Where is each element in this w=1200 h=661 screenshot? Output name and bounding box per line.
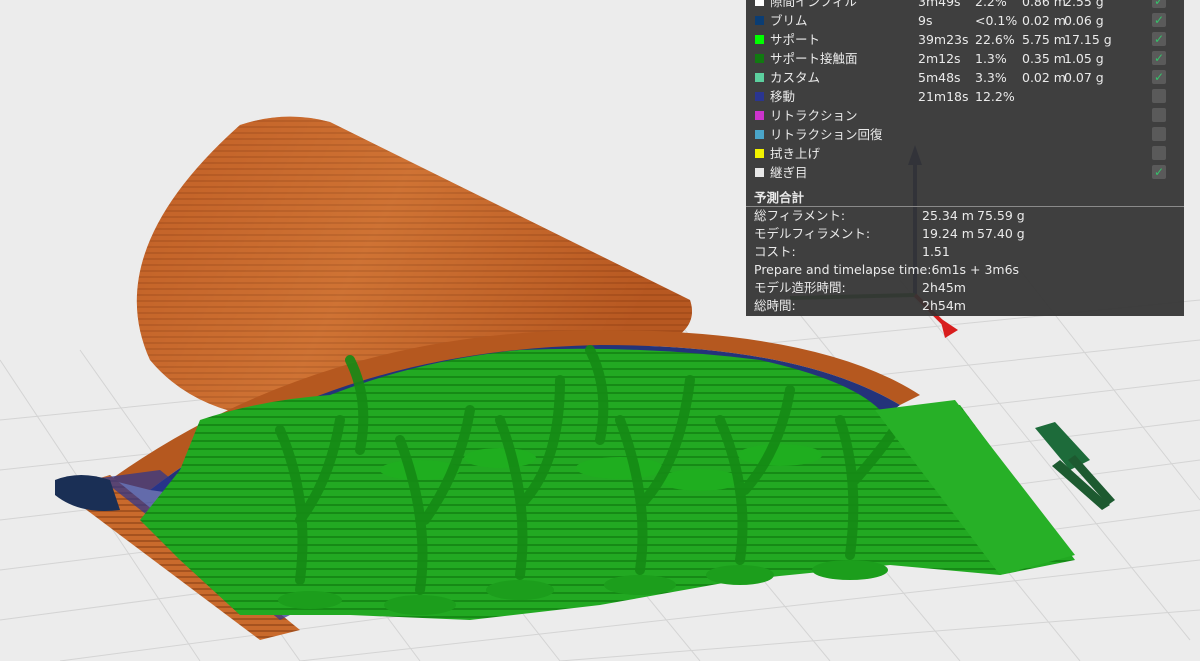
estimate-label: モデル造形時間: bbox=[754, 280, 846, 295]
estimate-value: 6m1s + 3m6s bbox=[931, 262, 1020, 277]
feature-time: 3m49s bbox=[918, 0, 961, 9]
estimate-cost: コスト: 1.51 bbox=[754, 243, 1174, 261]
feature-length: 5.75 m bbox=[1022, 32, 1066, 47]
estimate-prepare-time: Prepare and timelapse time:6m1s + 3m6s bbox=[754, 261, 1174, 279]
estimate-label: 総フィラメント: bbox=[754, 208, 846, 223]
feature-name: 隙間インフィル bbox=[770, 0, 857, 9]
feature-weight: 2.55 g bbox=[1064, 0, 1104, 9]
estimate-value: 1.51 bbox=[922, 244, 950, 259]
legend-row-retraction: リトラクション bbox=[746, 106, 1184, 125]
feature-length: 0.02 m bbox=[1022, 13, 1066, 28]
feature-name: サポート接触面 bbox=[770, 51, 858, 66]
legend-row-deretraction: リトラクション回復 bbox=[746, 125, 1184, 144]
estimate-model-filament: モデルフィラメント: 19.24 m 57.40 g bbox=[754, 225, 1174, 243]
estimate-label: モデルフィラメント: bbox=[754, 226, 871, 241]
visibility-checkbox[interactable]: ✓ bbox=[1152, 165, 1166, 179]
feature-weight: 0.07 g bbox=[1064, 70, 1104, 85]
feature-percent: 22.6% bbox=[975, 32, 1015, 47]
estimate-label: コスト: bbox=[754, 244, 796, 259]
feature-name: リトラクション回復 bbox=[770, 127, 883, 142]
feature-length: 0.35 m bbox=[1022, 51, 1066, 66]
feature-percent: <0.1% bbox=[975, 13, 1018, 28]
feature-name: 拭き上げ bbox=[770, 146, 821, 161]
feature-name: リトラクション bbox=[770, 108, 858, 123]
color-swatch bbox=[755, 111, 764, 120]
legend-row-wipe: 拭き上げ bbox=[746, 144, 1184, 163]
estimate-value-2: 57.40 g bbox=[977, 226, 1025, 241]
estimate-value: 19.24 m bbox=[922, 226, 974, 241]
feature-percent: 3.3% bbox=[975, 70, 1007, 85]
gcode-legend-panel: 隙間インフィル 3m49s 2.2% 0.86 m 2.55 g ✓ ブリム 9… bbox=[746, 0, 1184, 316]
visibility-checkbox[interactable] bbox=[1152, 108, 1166, 122]
visibility-checkbox[interactable]: ✓ bbox=[1152, 51, 1166, 65]
feature-percent: 12.2% bbox=[975, 89, 1015, 104]
visibility-checkbox[interactable] bbox=[1152, 146, 1166, 160]
color-swatch bbox=[755, 54, 764, 63]
feature-time: 5m48s bbox=[918, 70, 961, 85]
estimate-value: 25.34 m bbox=[922, 208, 974, 223]
visibility-checkbox[interactable] bbox=[1152, 127, 1166, 141]
legend-row-travel: 移動 21m18s 12.2% bbox=[746, 87, 1184, 106]
feature-length: 0.02 m bbox=[1022, 70, 1066, 85]
color-swatch bbox=[755, 149, 764, 158]
visibility-checkbox[interactable] bbox=[1152, 89, 1166, 103]
estimate-value-2: 75.59 g bbox=[977, 208, 1025, 223]
feature-percent: 1.3% bbox=[975, 51, 1007, 66]
color-swatch bbox=[755, 130, 764, 139]
legend-row-custom: カスタム 5m48s 3.3% 0.02 m 0.07 g ✓ bbox=[746, 68, 1184, 87]
estimate-label: Prepare and timelapse time: bbox=[754, 262, 932, 277]
feature-weight: 1.05 g bbox=[1064, 51, 1104, 66]
feature-weight: 0.06 g bbox=[1064, 13, 1104, 28]
legend-row-support: サポート 39m23s 22.6% 5.75 m 17.15 g ✓ bbox=[746, 30, 1184, 49]
color-swatch bbox=[755, 35, 764, 44]
color-swatch bbox=[755, 168, 764, 177]
color-swatch bbox=[755, 92, 764, 101]
color-swatch bbox=[755, 0, 764, 6]
estimate-value: 2h54m bbox=[922, 298, 966, 313]
legend-row-seam: 継ぎ目 ✓ bbox=[746, 163, 1184, 182]
feature-name: サポート bbox=[770, 32, 821, 47]
estimate-model-print-time: モデル造形時間: 2h45m bbox=[754, 279, 1174, 297]
feature-name: ブリム bbox=[770, 13, 808, 28]
estimate-label: 総時間: bbox=[754, 298, 796, 313]
color-swatch bbox=[755, 73, 764, 82]
feature-percent: 2.2% bbox=[975, 0, 1007, 9]
estimate-total-filament: 総フィラメント: 25.34 m 75.59 g bbox=[754, 207, 1174, 225]
visibility-checkbox[interactable]: ✓ bbox=[1152, 32, 1166, 46]
estimate-total-time: 総時間: 2h54m bbox=[754, 297, 1174, 315]
visibility-checkbox[interactable]: ✓ bbox=[1152, 0, 1166, 8]
feature-name: 継ぎ目 bbox=[770, 165, 808, 180]
estimate-title: 予測合計 bbox=[754, 190, 805, 205]
feature-name: カスタム bbox=[770, 70, 821, 85]
feature-time: 21m18s bbox=[918, 89, 969, 104]
legend-row-brim: ブリム 9s <0.1% 0.02 m 0.06 g ✓ bbox=[746, 11, 1184, 30]
legend-row-support-interface: サポート接触面 2m12s 1.3% 0.35 m 1.05 g ✓ bbox=[746, 49, 1184, 68]
feature-name: 移動 bbox=[770, 89, 796, 104]
feature-time: 9s bbox=[918, 13, 933, 28]
feature-length: 0.86 m bbox=[1022, 0, 1066, 9]
legend-row-gap-infill: 隙間インフィル 3m49s 2.2% 0.86 m 2.55 g ✓ bbox=[746, 0, 1184, 11]
color-swatch bbox=[755, 16, 764, 25]
feature-weight: 17.15 g bbox=[1064, 32, 1112, 47]
feature-time: 39m23s bbox=[918, 32, 969, 47]
visibility-checkbox[interactable]: ✓ bbox=[1152, 13, 1166, 27]
feature-time: 2m12s bbox=[918, 51, 961, 66]
visibility-checkbox[interactable]: ✓ bbox=[1152, 70, 1166, 84]
estimate-value: 2h45m bbox=[922, 280, 966, 295]
